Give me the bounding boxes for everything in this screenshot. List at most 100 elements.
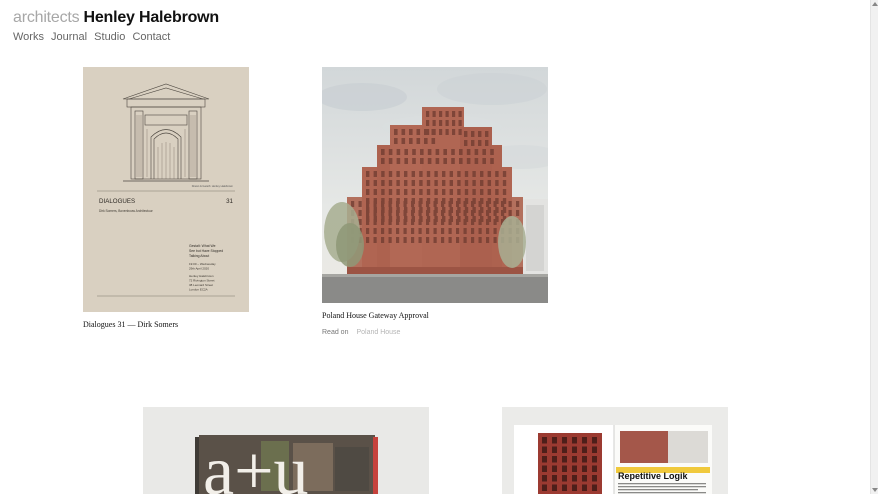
window-mark: [502, 171, 507, 177]
scroll-down-arrow-icon[interactable]: [872, 488, 878, 492]
window-mark: [451, 158, 455, 164]
nav-contact[interactable]: Contact: [132, 31, 170, 43]
site-logo[interactable]: architects Henley Halebrown: [13, 9, 219, 27]
window-mark: [592, 446, 597, 453]
window-mark: [502, 180, 507, 186]
nav-journal[interactable]: Journal: [51, 31, 87, 43]
building-rendering: [322, 67, 548, 303]
window-mark: [490, 149, 494, 155]
window-mark: [542, 446, 547, 453]
window-mark: [486, 201, 490, 207]
window-mark: [443, 149, 447, 155]
window-mark: [388, 189, 393, 195]
window-mark: [431, 129, 436, 135]
window-mark: [502, 189, 507, 195]
window-mark: [435, 149, 440, 155]
window-mark: [396, 237, 400, 243]
window-mark: [572, 437, 577, 444]
page-scrollbar[interactable]: [870, 0, 878, 494]
dialogues-poster-image[interactable]: Drawn & Gareth: Henley Halebrown DIALOGU…: [83, 67, 249, 312]
window-mark: [480, 171, 484, 177]
post-caption-poland-house[interactable]: Poland House Gateway Approval: [322, 311, 429, 320]
window-mark: [411, 180, 415, 186]
window-mark: [487, 180, 491, 186]
window-mark: [449, 171, 453, 177]
window-mark: [388, 149, 393, 155]
window-mark: [432, 111, 436, 117]
window-mark: [426, 120, 430, 126]
nav-studio[interactable]: Studio: [94, 31, 125, 43]
window-mark: [495, 171, 499, 177]
window-mark: [472, 189, 476, 195]
window-mark: [457, 180, 461, 186]
window-mark: [439, 120, 443, 126]
window-mark: [373, 180, 377, 186]
window-mark: [472, 180, 476, 186]
window-mark: [445, 111, 449, 117]
window-mark: [466, 158, 471, 164]
window-mark: [456, 228, 460, 234]
window-mark: [373, 210, 377, 216]
window-mark: [426, 210, 430, 216]
window-mark: [456, 219, 460, 225]
window-mark: [552, 484, 557, 491]
window-mark: [403, 219, 407, 225]
window-mark: [471, 228, 475, 234]
poster-date-line: 29th April 2020: [189, 267, 209, 271]
window-mark: [435, 158, 440, 164]
window-mark: [471, 140, 475, 146]
repetitive-logik-image[interactable]: Repetitive Logik: [502, 407, 728, 494]
window-mark: [495, 180, 499, 186]
post-caption-dialogues[interactable]: Dialogues 31 — Dirk Somers: [83, 320, 178, 329]
window-mark: [394, 138, 398, 144]
read-on-link[interactable]: Poland House: [356, 329, 400, 336]
nav-works[interactable]: Works: [13, 31, 44, 43]
poster-venue-line: Henley Halebrown: [189, 274, 214, 278]
window-mark: [439, 129, 443, 135]
poster-subtitle: Dirk Somers, Bovenbouw Architectuur: [99, 209, 154, 213]
window-mark: [501, 210, 505, 216]
window-mark: [431, 138, 436, 144]
magazine-mark: a+u: [203, 433, 309, 494]
window-mark: [388, 171, 393, 177]
window-mark: [404, 180, 408, 186]
window-mark: [552, 456, 557, 463]
logo-prefix: architects: [13, 9, 80, 26]
window-mark: [572, 456, 577, 463]
window-mark: [482, 149, 486, 155]
window-mark: [480, 189, 484, 195]
window-mark: [582, 456, 587, 463]
window-mark: [412, 158, 416, 164]
scroll-up-arrow-icon[interactable]: [872, 2, 878, 6]
au-magazine-image[interactable]: a+u: [143, 407, 429, 494]
window-mark: [478, 140, 482, 146]
window-mark: [366, 171, 370, 177]
window-mark: [552, 465, 557, 472]
window-mark: [420, 158, 424, 164]
window-mark: [373, 201, 377, 207]
window-mark: [449, 180, 453, 186]
window-mark: [351, 201, 355, 207]
window-mark: [562, 465, 567, 472]
window-mark: [474, 158, 479, 164]
window-mark: [404, 149, 408, 155]
window-mark: [493, 237, 497, 243]
window-mark: [441, 201, 445, 207]
window-mark: [457, 171, 461, 177]
window-mark: [572, 475, 577, 482]
window-mark: [358, 210, 362, 216]
logo-name: Henley Halebrown: [83, 9, 219, 26]
window-mark: [480, 180, 484, 186]
window-mark: [434, 171, 438, 177]
window-mark: [456, 210, 460, 216]
window-mark: [463, 237, 467, 243]
window-mark: [471, 131, 475, 137]
window-mark: [478, 201, 482, 207]
window-mark: [373, 228, 377, 234]
poland-house-image[interactable]: [322, 67, 548, 303]
poster-venue-line: London EC2A: [189, 288, 208, 292]
window-mark: [396, 180, 400, 186]
window-mark: [592, 437, 597, 444]
window-mark: [381, 210, 385, 216]
window-mark: [404, 158, 408, 164]
